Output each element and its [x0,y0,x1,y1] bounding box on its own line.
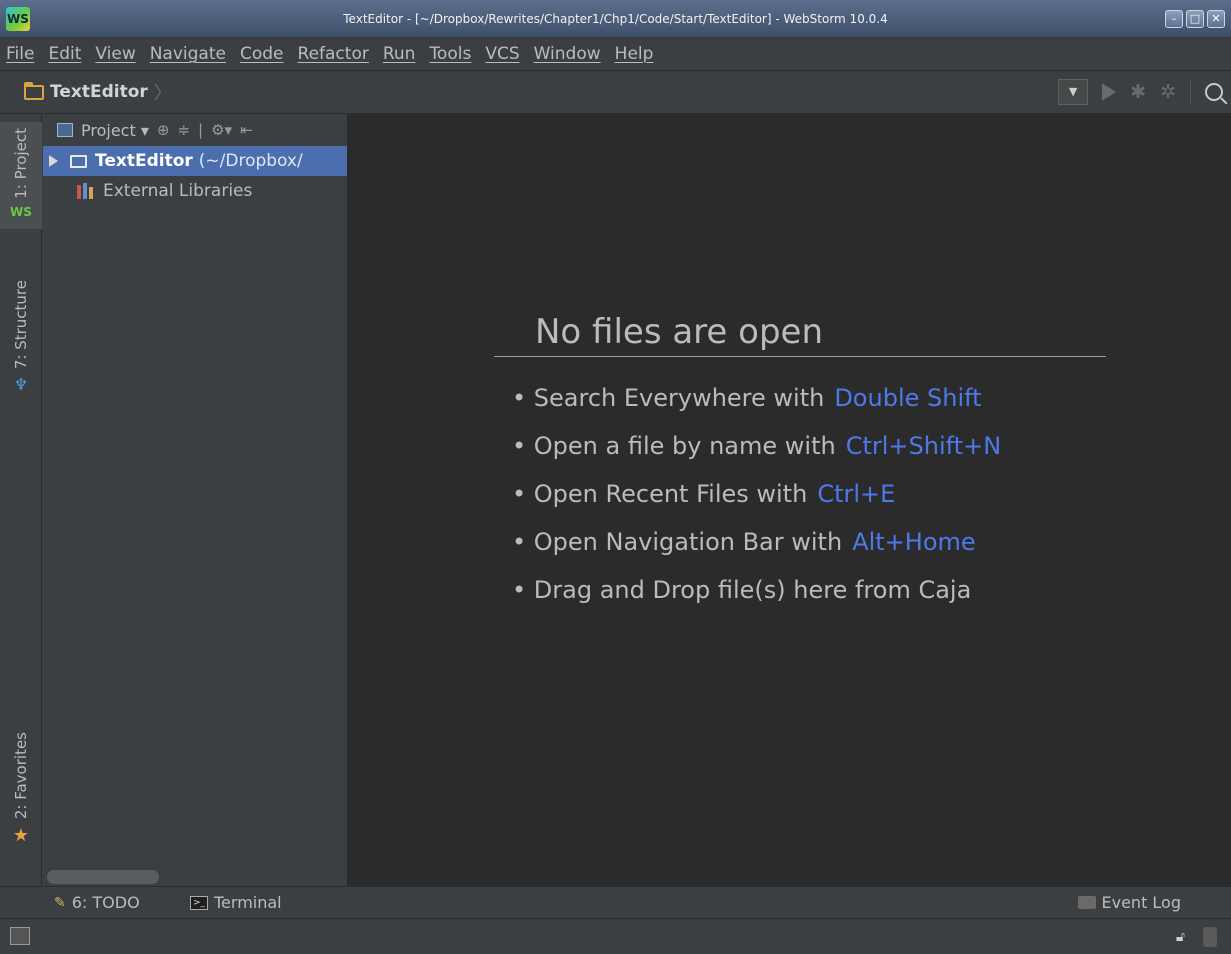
hide-panel-icon[interactable]: ⇤ [240,121,253,139]
project-panel-header: Project ▾ ⊕ ≑ | ⚙▾ ⇤ [43,114,347,146]
window-controls: – □ ✕ [1165,10,1225,28]
menu-file[interactable]: File [6,44,34,64]
tab-project-label: 1: Project [12,128,30,199]
star-icon: ★ [12,825,30,847]
maximize-button[interactable]: □ [1186,10,1204,28]
window-title: TextEditor - [~/Dropbox/Rewrites/Chapter… [343,12,888,26]
shortcut-label: Ctrl+E [817,480,896,508]
menu-code[interactable]: Code [240,44,284,64]
scroll-from-source-icon[interactable]: ⊕ [157,121,170,139]
run-config-dropdown[interactable]: ▼ [1058,79,1089,105]
toolbar-divider: | [198,121,204,139]
folder-icon [70,154,87,168]
shortcut-label: Ctrl+Shift+N [845,432,1002,460]
close-button[interactable]: ✕ [1207,10,1225,28]
collapse-all-icon[interactable]: ≑ [177,121,190,139]
minimize-button[interactable]: – [1165,10,1183,28]
project-view-icon [57,123,73,137]
debug-icon[interactable]: ✱ [1130,81,1146,103]
toolbar-divider [1190,80,1191,104]
empty-editor-title: No files are open [535,312,823,352]
menu-window[interactable]: Window [534,44,601,64]
menu-help[interactable]: Help [615,44,654,64]
run-icon[interactable] [1102,83,1117,101]
hint-item: • Open a file by name with Ctrl+Shift+N [512,432,1002,460]
menu-tools[interactable]: Tools [429,44,471,64]
project-view-selector[interactable]: Project ▾ [81,121,149,140]
menu-run[interactable]: Run [383,44,416,64]
webstorm-icon: WS [10,204,32,219]
folder-icon [24,81,44,100]
tree-item-label: TextEditor [95,151,193,171]
todo-icon: ✎ [54,894,66,911]
chevron-right-icon: 〉 [153,83,172,104]
tree-item-texteditor[interactable]: TextEditor (~/Dropbox/ [43,146,347,176]
tab-event-log[interactable]: Event Log [1077,893,1182,912]
structure-icon: ♆ [13,375,29,395]
memory-indicator-icon[interactable] [1203,927,1217,947]
status-bar: 🔓︎ [0,918,1231,954]
hint-item: • Search Everywhere with Double Shift [512,384,982,412]
terminal-icon: >_ [190,895,208,910]
tab-event-log-label: Event Log [1101,893,1182,912]
expand-arrow-icon[interactable] [49,155,58,167]
tab-terminal[interactable]: >_ Terminal [190,893,282,912]
navigation-bar: TextEditor 〉 ▼ ✱ ✲ [0,70,1231,114]
tree-item-label: External Libraries [103,181,253,201]
horizontal-scrollbar[interactable] [47,870,159,884]
breadcrumb[interactable]: TextEditor 〉 [24,79,172,105]
tab-favorites-label: 2: Favorites [12,732,30,820]
menu-vcs[interactable]: VCS [485,44,519,64]
menu-edit[interactable]: Edit [48,44,81,64]
breadcrumb-project: TextEditor [50,82,148,102]
search-icon[interactable] [1205,83,1223,101]
shortcut-label: Alt+Home [852,528,976,556]
gear-icon[interactable]: ⚙▾ [211,121,232,139]
tab-terminal-label: Terminal [214,893,282,912]
shortcut-label: Double Shift [834,384,982,412]
tab-todo[interactable]: ✎ 6: TODO [54,893,140,912]
tree-item-external-libraries[interactable]: External Libraries [43,176,347,206]
menu-bar: File Edit View Navigate Code Refactor Ru… [0,38,1231,70]
divider [494,356,1106,357]
toggle-tool-windows-icon[interactable] [10,927,30,945]
editor-area[interactable]: No files are open • Search Everywhere wi… [347,114,1231,886]
tab-project[interactable]: 1: Project WS [0,122,42,229]
tree-item-path: (~/Dropbox/ [198,151,303,171]
lock-icon[interactable]: 🔓︎ [1176,929,1185,945]
project-panel: Project ▾ ⊕ ≑ | ⚙▾ ⇤ TextEditor (~/Dropb… [43,114,347,886]
empty-editor-hints: • Search Everywhere with Double Shift • O… [512,384,1001,624]
coverage-icon[interactable]: ✲ [1160,81,1176,103]
menu-refactor[interactable]: Refactor [298,44,369,64]
library-icon [77,183,95,199]
event-log-icon [1077,896,1096,909]
hint-item: • Drag and Drop file(s) here from Caja [512,576,972,604]
bottom-tool-bar: ✎ 6: TODO >_ Terminal Event Log [0,886,1231,918]
tab-favorites[interactable]: 2: Favorites ★ [0,732,42,846]
menu-view[interactable]: View [95,44,135,64]
tab-structure[interactable]: 7: Structure ♆ [0,280,42,394]
title-bar: WS TextEditor - [~/Dropbox/Rewrites/Chap… [0,0,1231,38]
run-toolbar: ▼ ✱ ✲ [1058,79,1223,105]
tab-structure-label: 7: Structure [12,280,30,370]
left-tool-strip: 1: Project WS 7: Structure ♆ 2: Favorite… [0,114,42,886]
hint-item: • Open Recent Files with Ctrl+E [512,480,896,508]
hint-item: • Open Navigation Bar with Alt+Home [512,528,976,556]
tab-todo-label: 6: TODO [71,893,140,912]
menu-navigate[interactable]: Navigate [150,44,226,64]
